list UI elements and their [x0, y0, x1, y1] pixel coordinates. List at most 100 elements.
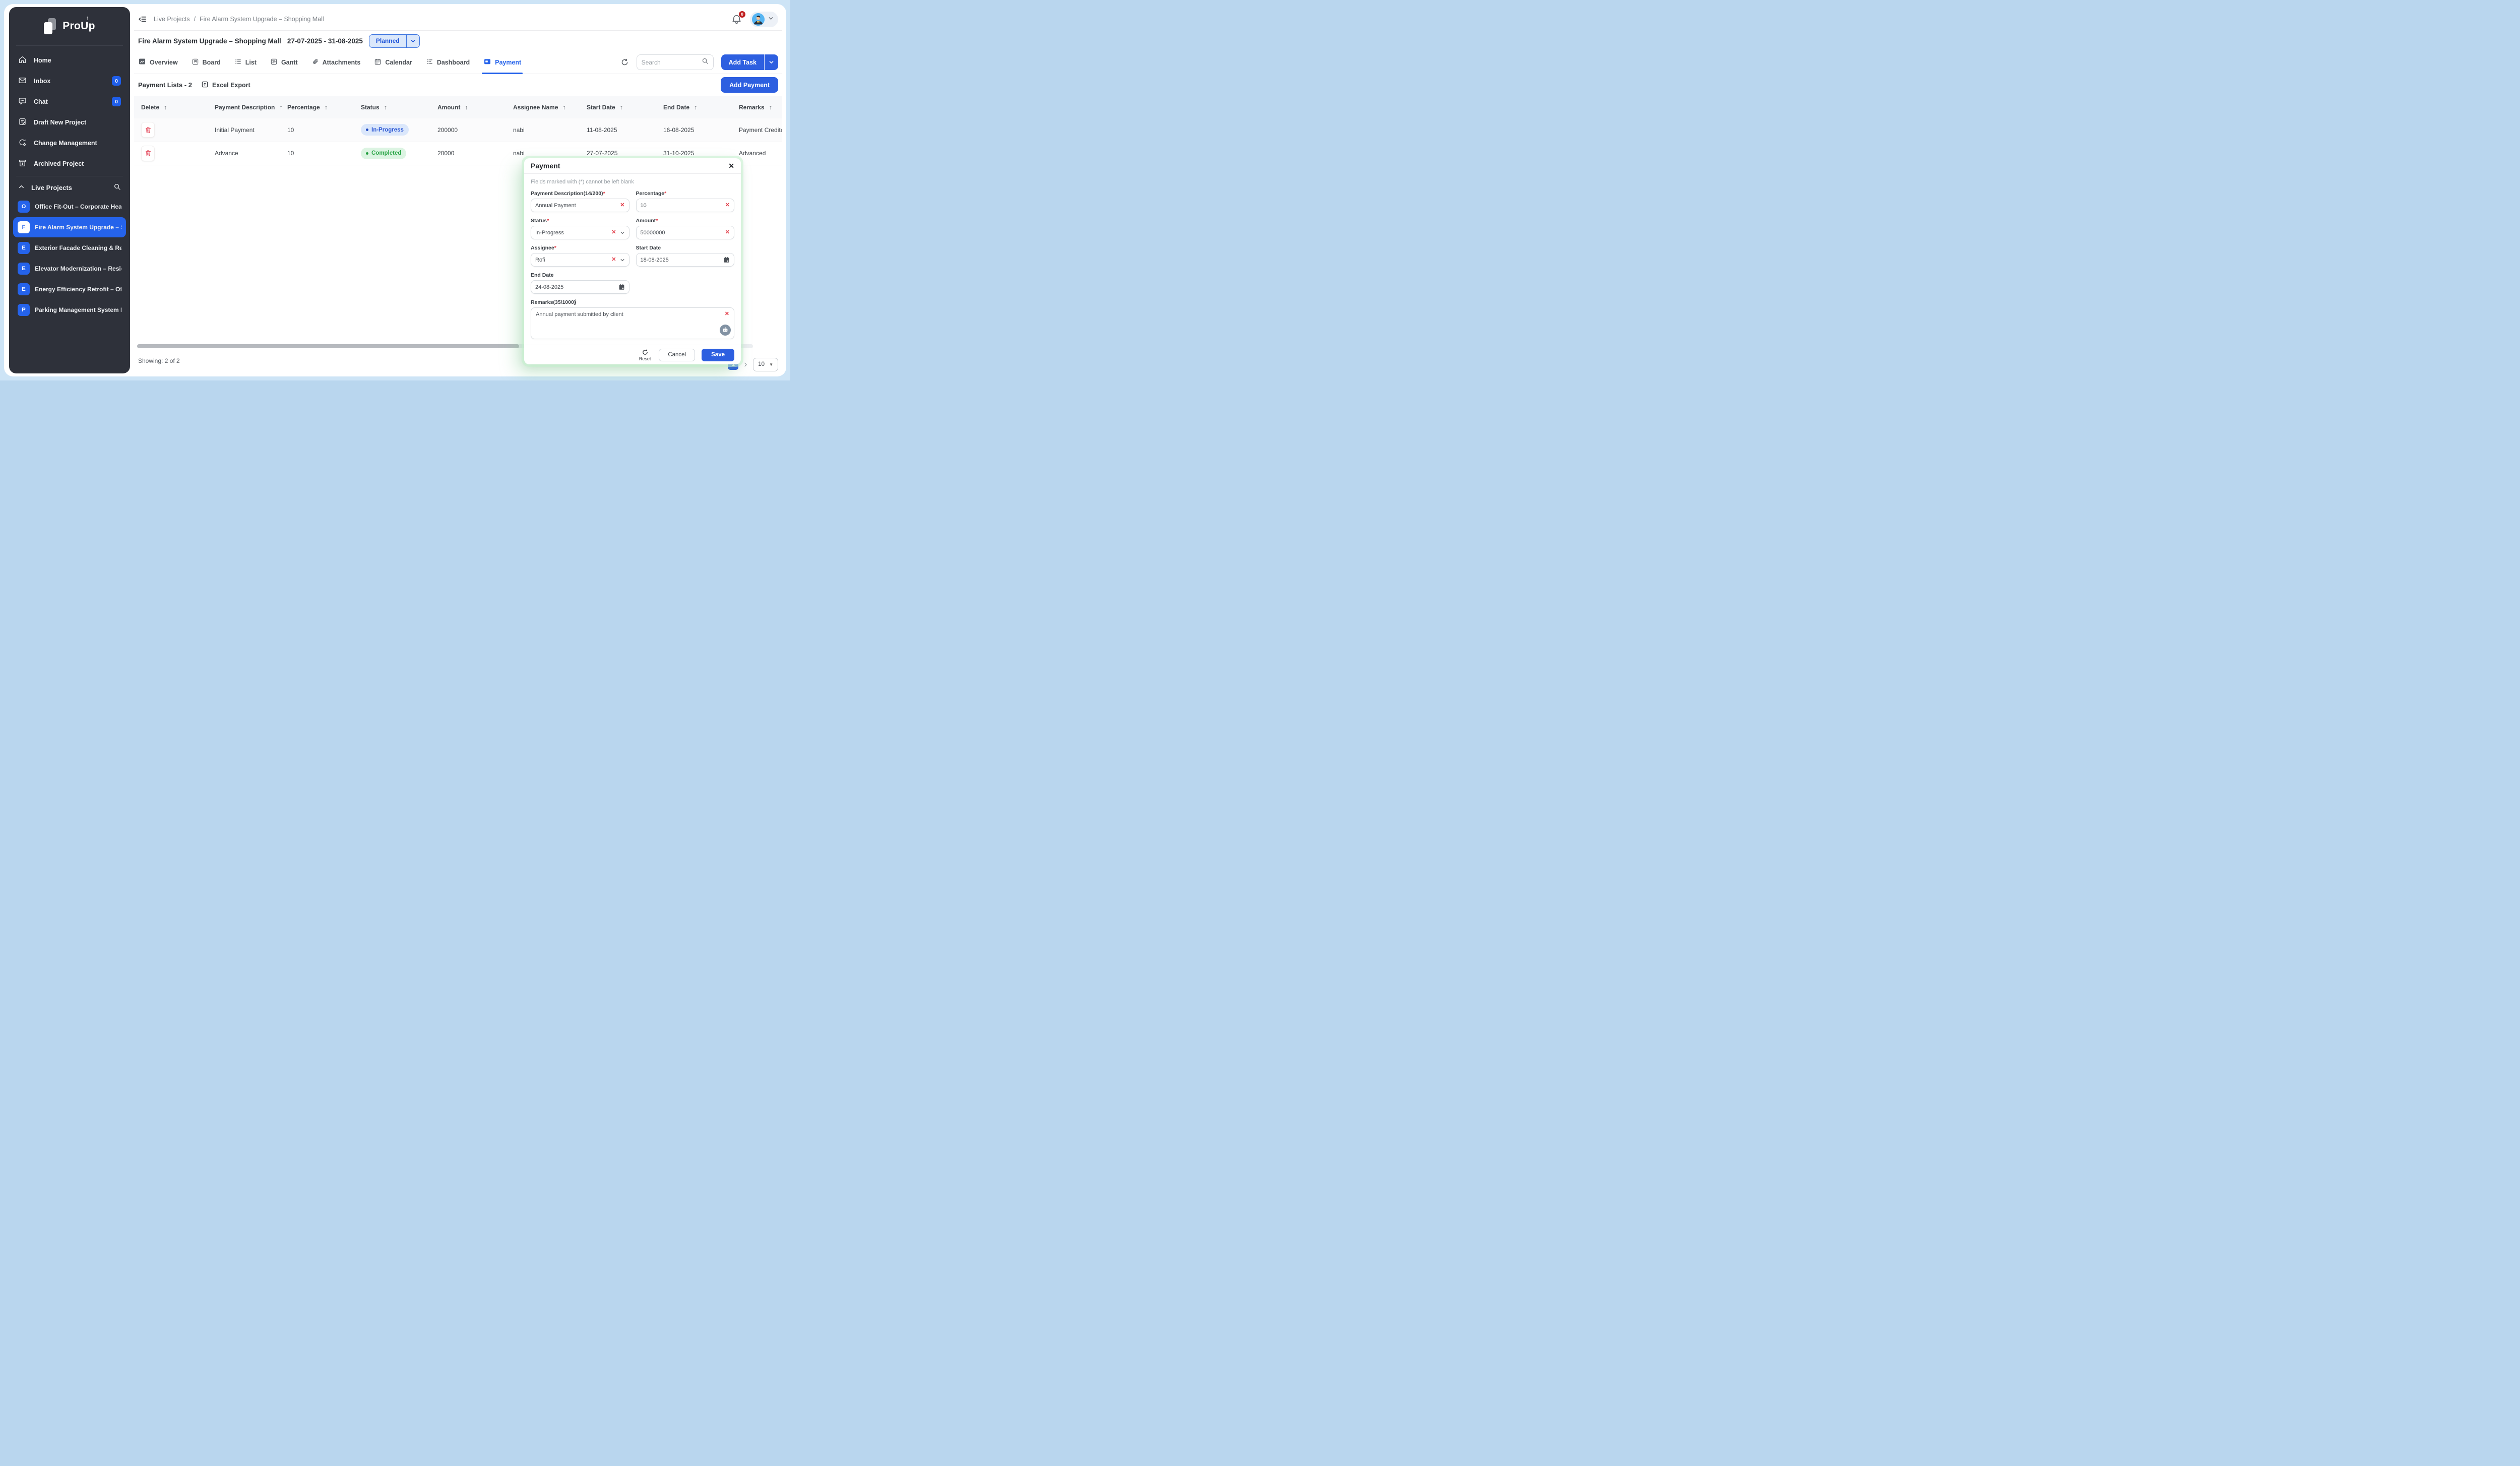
- chevron-down-icon[interactable]: [620, 258, 625, 263]
- sidebar-item-label: Chat: [34, 98, 48, 105]
- tab-overview[interactable]: Overview: [138, 51, 178, 74]
- refresh-icon[interactable]: [620, 58, 629, 67]
- clear-icon[interactable]: ✕: [620, 203, 624, 208]
- tab-list[interactable]: List: [234, 51, 257, 74]
- tab-dashboard[interactable]: Dashboard: [426, 51, 470, 74]
- sidebar-item-archived-project[interactable]: Archived Project: [9, 153, 130, 174]
- tab-label: Overview: [150, 59, 178, 66]
- sidebar-item-draft-new-project[interactable]: Draft New Project: [9, 112, 130, 133]
- tab-gantt[interactable]: Gantt: [270, 51, 298, 74]
- inbox-badge: 0: [112, 76, 121, 86]
- sidebar-item-home[interactable]: Home: [9, 50, 130, 71]
- logo-mark-icon: [44, 18, 57, 34]
- ai-assistant-icon[interactable]: [720, 325, 731, 336]
- field-assignee: Assignee* Rofi ✕: [531, 245, 629, 267]
- add-task-button[interactable]: Add Task: [721, 54, 778, 70]
- app-window: ProUp↑ Home Inbox 0 Chat 0: [4, 4, 786, 376]
- scrollbar-thumb[interactable]: [137, 344, 519, 348]
- chevron-right-icon[interactable]: [743, 362, 748, 367]
- calendar-icon[interactable]: [618, 284, 625, 290]
- gantt-icon: [270, 58, 278, 67]
- notification-bell-icon[interactable]: 0: [731, 14, 742, 25]
- clear-icon[interactable]: ✕: [725, 230, 730, 235]
- sidebar-collapse-icon[interactable]: [138, 15, 147, 24]
- reset-button[interactable]: Reset: [639, 349, 651, 361]
- save-button[interactable]: Save: [702, 349, 734, 361]
- cell-amount: 200000: [430, 118, 506, 142]
- sidebar-item-change-management[interactable]: Change Management: [9, 133, 130, 153]
- payment-description-input[interactable]: [535, 203, 617, 209]
- search-icon[interactable]: [113, 183, 121, 192]
- up-arrow-icon: ↑: [86, 15, 89, 21]
- col-header-description[interactable]: Payment Description↑: [208, 96, 280, 118]
- col-header-percentage[interactable]: Percentage↑: [280, 96, 354, 118]
- clear-icon[interactable]: ✕: [611, 230, 616, 235]
- add-payment-button[interactable]: Add Payment: [721, 77, 778, 93]
- clear-icon[interactable]: ✕: [725, 203, 730, 208]
- sidebar-item-label: Change Management: [34, 140, 97, 147]
- cell-percentage: 10: [280, 118, 354, 142]
- logo: ProUp↑: [9, 7, 130, 45]
- project-item-fire-alarm-selected[interactable]: F Fire Alarm System Upgrade – Sh...: [13, 217, 126, 237]
- project-item-office-fit-out[interactable]: O Office Fit-Out – Corporate Head...: [13, 197, 126, 217]
- sidebar-item-inbox[interactable]: Inbox 0: [9, 71, 130, 91]
- tab-label: Dashboard: [437, 59, 470, 66]
- remarks-textarea[interactable]: Annual payment submitted by client: [531, 308, 719, 339]
- sidebar-item-label: Archived Project: [34, 160, 84, 167]
- project-status-select[interactable]: Planned: [369, 34, 420, 48]
- col-header-status[interactable]: Status↑: [354, 96, 430, 118]
- tab-calendar[interactable]: Calendar: [374, 51, 412, 74]
- col-header-delete[interactable]: Delete↑: [134, 96, 208, 118]
- delete-button[interactable]: [141, 122, 155, 138]
- cancel-button[interactable]: Cancel: [659, 349, 695, 361]
- sort-arrow-icon: ↑: [769, 104, 772, 111]
- project-date-range: 27-07-2025 - 31-08-2025: [287, 37, 363, 45]
- search-input[interactable]: [642, 59, 702, 66]
- required-fields-note: Fields marked with (*) cannot be left bl…: [531, 179, 734, 185]
- status-dropdown[interactable]: In-Progress ✕: [531, 226, 629, 239]
- col-header-start-date[interactable]: Start Date↑: [580, 96, 656, 118]
- sidebar-nav: Home Inbox 0 Chat 0 Draft New Project: [9, 46, 130, 176]
- clear-icon[interactable]: ✕: [611, 257, 616, 263]
- payment-card-icon: [483, 57, 491, 67]
- chevron-down-icon[interactable]: [620, 230, 625, 235]
- chat-badge: 0: [112, 97, 121, 106]
- cell-start-date: 11-08-2025: [580, 118, 656, 142]
- table-header-row: Delete↑ Payment Description↑ Percentage↑…: [134, 96, 782, 118]
- field-label: Payment Description(14/200)*: [531, 190, 629, 197]
- end-date-input[interactable]: 24-08-2025: [531, 280, 629, 294]
- breadcrumb-section[interactable]: Live Projects: [154, 16, 190, 23]
- col-header-assignee[interactable]: Assignee Name↑: [506, 96, 580, 118]
- tab-attachments[interactable]: Attachments: [311, 51, 361, 74]
- live-projects-label: Live Projects: [31, 184, 72, 192]
- project-name: Parking Management System In...: [35, 306, 121, 313]
- project-item-elevator-modernization[interactable]: E Elevator Modernization – Reside...: [13, 259, 126, 279]
- project-item-energy-efficiency[interactable]: E Energy Efficiency Retrofit – Offic...: [13, 279, 126, 299]
- assignee-dropdown[interactable]: Rofi ✕: [531, 253, 629, 267]
- percentage-input[interactable]: [641, 203, 722, 209]
- col-header-remarks[interactable]: Remarks↑: [732, 96, 782, 118]
- tab-payment[interactable]: Payment: [483, 51, 521, 74]
- close-icon[interactable]: ✕: [728, 162, 734, 169]
- chevron-down-icon[interactable]: [765, 59, 778, 65]
- project-avatar: O: [18, 201, 30, 213]
- amount-input[interactable]: [641, 230, 722, 236]
- delete-button[interactable]: [141, 146, 155, 161]
- clear-icon[interactable]: ✕: [725, 311, 729, 317]
- start-date-input[interactable]: 18-08-2025: [636, 253, 735, 267]
- project-item-exterior-facade[interactable]: E Exterior Facade Cleaning & Repa...: [13, 238, 126, 258]
- project-item-parking-management[interactable]: P Parking Management System In...: [13, 300, 126, 320]
- live-projects-header[interactable]: Live Projects: [9, 176, 130, 197]
- paperclip-icon: [311, 58, 319, 67]
- page-title: Fire Alarm System Upgrade – Shopping Mal…: [138, 37, 281, 45]
- page-size-select[interactable]: 10 ▼: [753, 358, 778, 371]
- calendar-icon[interactable]: [723, 257, 730, 263]
- sidebar-item-chat[interactable]: Chat 0: [9, 91, 130, 112]
- tab-board[interactable]: Board: [192, 51, 221, 74]
- col-header-end-date[interactable]: End Date↑: [656, 96, 732, 118]
- search-icon[interactable]: [702, 57, 709, 67]
- field-label: Amount*: [636, 218, 735, 224]
- excel-export-button[interactable]: Excel Export: [201, 81, 250, 90]
- user-menu[interactable]: [750, 12, 778, 27]
- col-header-amount[interactable]: Amount↑: [430, 96, 506, 118]
